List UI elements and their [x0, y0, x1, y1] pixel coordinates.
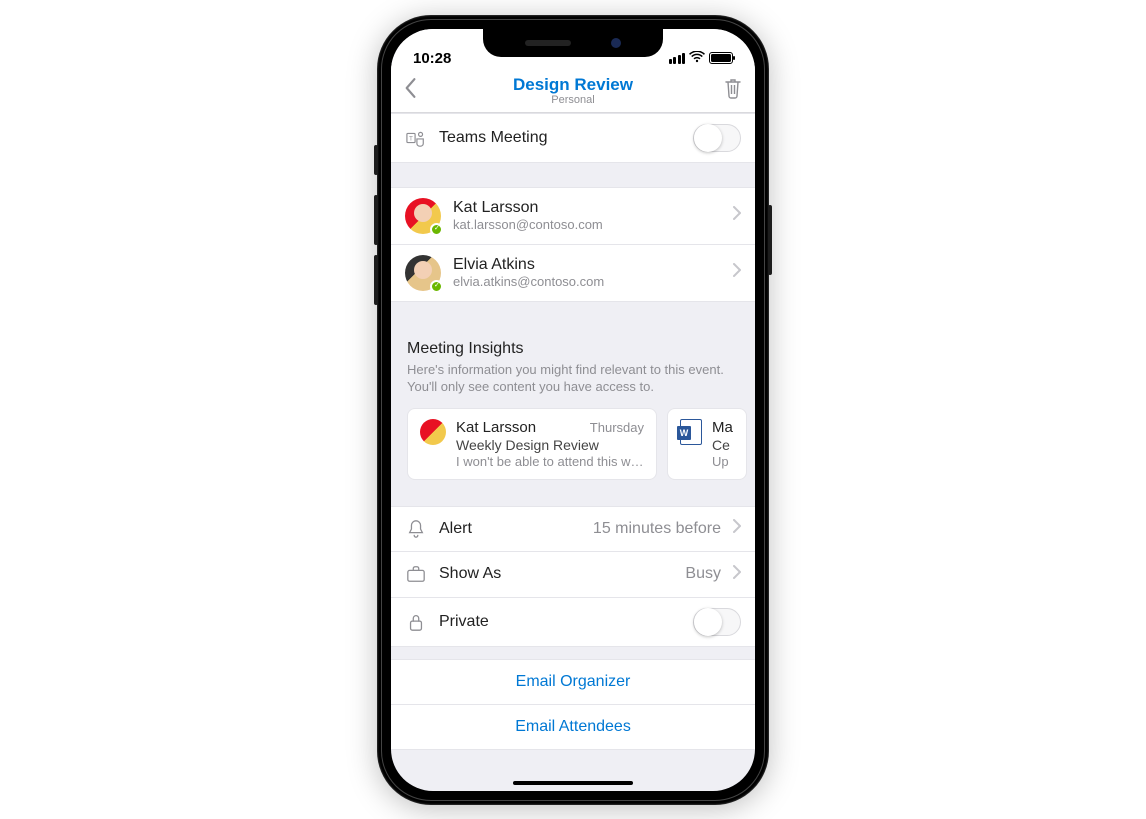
teams-meeting-row: T Teams Meeting — [391, 113, 755, 163]
presence-available-icon — [430, 223, 443, 236]
card-doc-line2: Ce — [712, 437, 734, 453]
content-scroll[interactable]: T Teams Meeting Kat Larsson kat.larsson@… — [391, 113, 755, 791]
chevron-right-icon — [733, 565, 741, 584]
insights-title: Meeting Insights — [407, 340, 739, 358]
card-doc-line3: Up — [712, 454, 734, 469]
chevron-right-icon — [733, 206, 741, 225]
briefcase-icon — [405, 564, 427, 584]
presence-available-icon — [430, 280, 443, 293]
card-preview: I won't be able to attend this w… — [456, 454, 644, 469]
teams-meeting-toggle[interactable] — [693, 124, 741, 152]
page-title: Design Review — [391, 75, 755, 95]
page-subtitle: Personal — [391, 94, 755, 106]
side-button — [374, 145, 378, 175]
phone-frame: 10:28 Design Review Personal — [377, 15, 769, 805]
teams-meeting-label: Teams Meeting — [439, 129, 681, 147]
chevron-right-icon — [733, 263, 741, 282]
alert-label: Alert — [439, 520, 581, 538]
lock-icon — [405, 612, 427, 632]
avatar — [420, 419, 446, 445]
private-row: Private — [391, 598, 755, 647]
card-sender: Kat Larsson — [456, 419, 536, 436]
card-subject: Weekly Design Review — [456, 437, 644, 453]
private-toggle[interactable] — [693, 608, 741, 636]
attendee-row-elvia[interactable]: Elvia Atkins elvia.atkins@contoso.com — [391, 245, 755, 302]
attendee-name: Elvia Atkins — [453, 256, 721, 274]
status-time: 10:28 — [413, 50, 451, 67]
show-as-value: Busy — [685, 565, 721, 583]
screen: 10:28 Design Review Personal — [391, 29, 755, 791]
email-attendees-button[interactable]: Email Attendees — [391, 705, 755, 750]
nav-header: Design Review Personal — [391, 69, 755, 113]
svg-text:T: T — [409, 135, 413, 142]
insight-card-document[interactable]: Ma Ce Up — [667, 408, 747, 480]
attendee-email: elvia.atkins@contoso.com — [453, 274, 721, 289]
bell-icon — [405, 519, 427, 539]
volume-down-button — [374, 255, 378, 305]
power-button — [768, 205, 772, 275]
insight-card-email[interactable]: Kat Larsson Thursday Weekly Design Revie… — [407, 408, 657, 480]
cellular-signal-icon — [669, 53, 686, 64]
home-indicator[interactable] — [513, 781, 633, 785]
show-as-label: Show As — [439, 565, 673, 583]
alert-row[interactable]: Alert 15 minutes before — [391, 506, 755, 552]
volume-up-button — [374, 195, 378, 245]
wifi-icon — [689, 50, 705, 67]
private-label: Private — [439, 613, 681, 631]
back-button[interactable] — [403, 77, 417, 104]
front-camera — [611, 38, 621, 48]
chevron-right-icon — [733, 519, 741, 538]
email-organizer-button[interactable]: Email Organizer — [391, 659, 755, 705]
meeting-insights-section: Meeting Insights Here's information you … — [391, 326, 755, 404]
word-document-icon — [680, 419, 702, 445]
speaker — [525, 40, 571, 46]
notch — [483, 29, 663, 57]
attendee-email: kat.larsson@contoso.com — [453, 217, 721, 232]
battery-icon — [709, 52, 733, 64]
alert-value: 15 minutes before — [593, 520, 721, 538]
show-as-row[interactable]: Show As Busy — [391, 552, 755, 598]
delete-button[interactable] — [723, 77, 743, 104]
card-doc-title: Ma — [712, 419, 734, 436]
attendee-name: Kat Larsson — [453, 199, 721, 217]
card-date: Thursday — [590, 420, 644, 435]
attendee-row-kat[interactable]: Kat Larsson kat.larsson@contoso.com — [391, 187, 755, 245]
insights-description: Here's information you might find releva… — [407, 361, 739, 396]
avatar — [405, 198, 441, 234]
teams-icon: T — [405, 128, 427, 148]
avatar — [405, 255, 441, 291]
